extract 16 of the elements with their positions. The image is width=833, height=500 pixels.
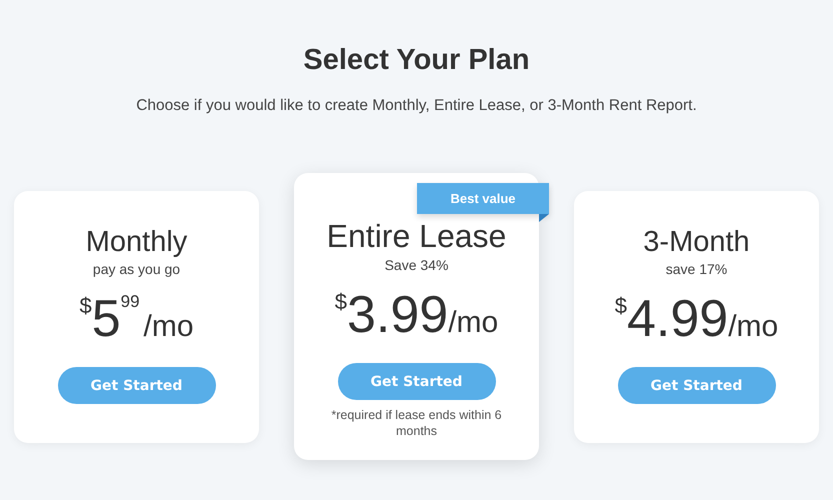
page-title: Select Your Plan bbox=[302, 44, 531, 77]
ribbon-fold bbox=[539, 214, 549, 222]
page-subtitle: Choose if you would like to create Monthly, Entire Lease, or 3-Month Rent Report. bbox=[135, 97, 698, 115]
get-started-button[interactable]: Get Started bbox=[58, 367, 216, 404]
get-started-button[interactable]: Get Started bbox=[618, 367, 776, 404]
plan-name: 3-Month bbox=[643, 226, 750, 258]
plan-name: Monthly bbox=[86, 226, 188, 258]
plan-tagline: pay as you go bbox=[92, 261, 180, 278]
price-text: $4.99/mo bbox=[614, 293, 778, 346]
get-started-button[interactable]: Get Started bbox=[338, 363, 496, 400]
plan-tagline: save 17% bbox=[666, 261, 728, 278]
plan-name: Entire Lease bbox=[326, 219, 506, 254]
plan-tagline: Save 34% bbox=[384, 257, 448, 274]
ribbon-badge: Best value bbox=[417, 183, 549, 214]
plan-note: *required if lease ends within 6 months bbox=[330, 408, 503, 440]
price-text: $3.99/mo bbox=[334, 289, 498, 342]
